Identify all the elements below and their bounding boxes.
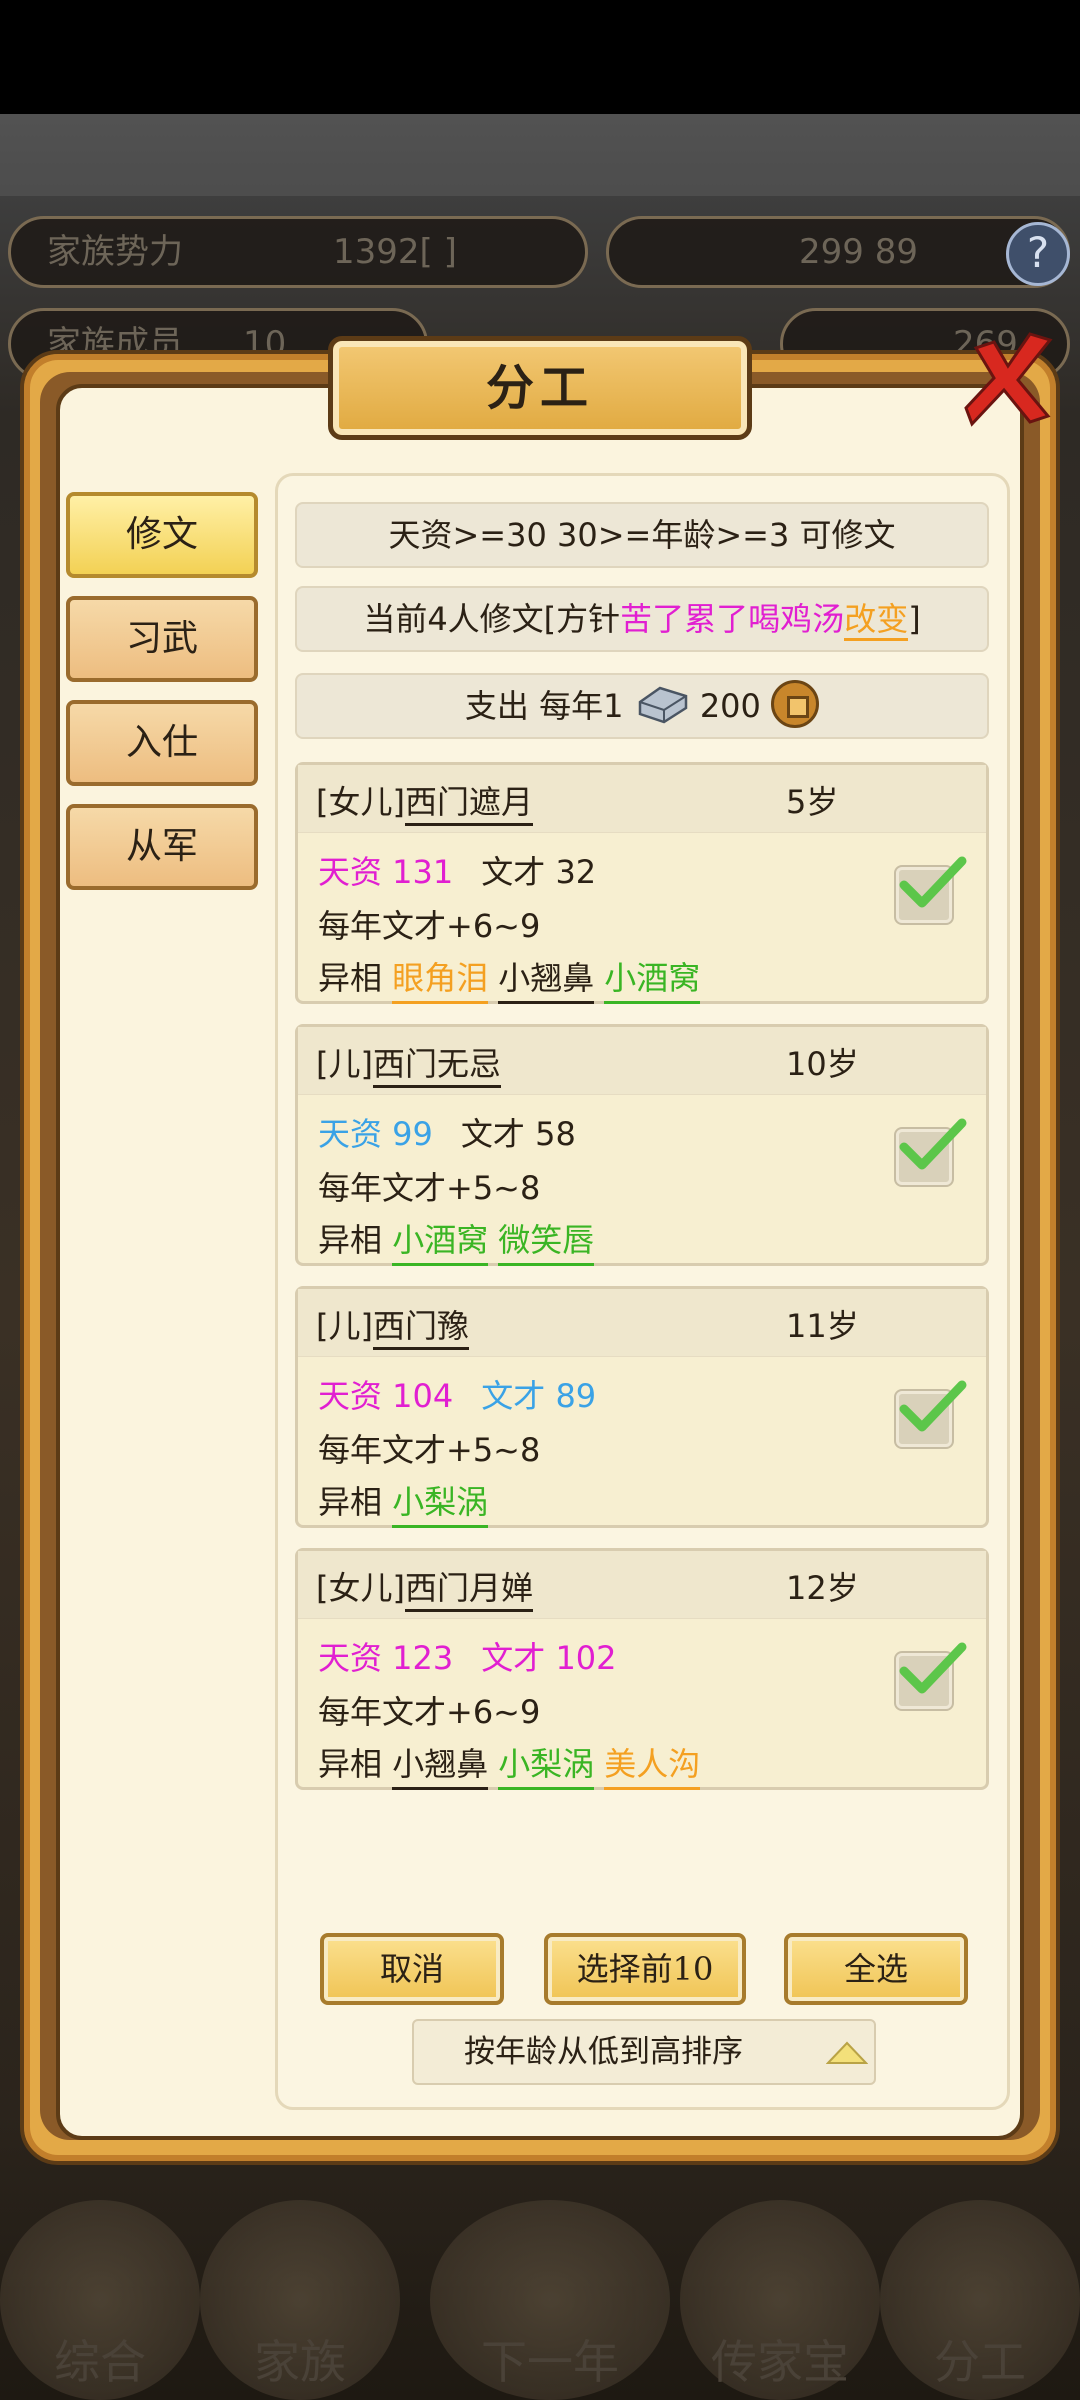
member-checkbox[interactable] — [896, 856, 967, 923]
member-stats: 天资 104 文才 89 — [318, 1371, 596, 1417]
cost-bar: 支出 每年1 200 — [295, 673, 989, 739]
help-icon[interactable]: ? — [1006, 222, 1070, 286]
requirement-bar: 天资>=30 30>=年龄>=3 可修文 — [295, 502, 989, 568]
skill-value: 文才 89 — [481, 1377, 597, 1415]
trait-tag: 美人沟 — [604, 1739, 701, 1790]
member-stats: 天资 99 文才 58 — [318, 1109, 576, 1155]
member-name: [女儿]西门遮月 — [316, 777, 533, 826]
member-stats: 天资 131 文才 32 — [318, 847, 596, 893]
traits-row: 异相 小酒窝 微笑唇 — [318, 1215, 604, 1266]
checkmark-icon — [899, 1118, 967, 1170]
checkmark-icon — [899, 1380, 967, 1432]
trait-tag: 小酒窝 — [604, 953, 701, 1004]
nav-next-year[interactable]: 下一年 — [430, 2200, 670, 2400]
member-age: 5岁 — [786, 783, 839, 821]
trait-tag: 微笑唇 — [498, 1215, 595, 1266]
policy-name: 苦了累了喝鸡汤 — [620, 600, 845, 638]
close-button[interactable] — [958, 328, 1058, 428]
talent-value: 天资 99 — [318, 1115, 433, 1153]
checkmark-icon — [899, 856, 967, 908]
member-age: 11岁 — [786, 1307, 859, 1345]
traits-row: 异相 小梨涡 — [318, 1477, 498, 1528]
checkmark-icon — [899, 1642, 967, 1694]
member-checkbox[interactable] — [896, 1380, 967, 1447]
member-checkbox[interactable] — [896, 1642, 967, 1709]
member-name: [儿]西门豫 — [316, 1301, 469, 1350]
trait-tag: 小翘鼻 — [498, 953, 595, 1004]
trait-tag: 小翘鼻 — [392, 1739, 489, 1790]
select-top-10-button[interactable]: 选择前10 — [544, 1933, 746, 2005]
policy-prefix: 当前4人修文[方针 — [363, 600, 621, 638]
clan-power-stat: 家族势力 1392[ ] — [8, 216, 588, 288]
tab-official[interactable]: 入仕 — [66, 700, 258, 786]
member-name: [儿]西门无忌 — [316, 1039, 501, 1088]
yearly-growth: 每年文才+5~8 — [318, 1169, 541, 1207]
currency-stat: 299 89 — [606, 216, 1070, 288]
cost-label: 支出 每年1 — [464, 687, 624, 725]
sort-label: 按年龄从低到高排序 — [464, 2034, 743, 2070]
cost-amount: 200 — [699, 687, 761, 725]
traits-row: 异相 眼角泪 小翘鼻 小酒窝 — [318, 953, 710, 1004]
talent-value: 天资 104 — [318, 1377, 454, 1415]
member-card: [儿]西门豫 11岁 天资 104 文才 89 每年文才+5~8 异相 小梨涡 — [295, 1286, 989, 1528]
silver-ingot-icon — [638, 686, 687, 724]
yearly-growth: 每年文才+6~9 — [318, 907, 541, 945]
member-age: 12岁 — [786, 1569, 859, 1607]
triangle-up-icon — [826, 2041, 868, 2064]
talent-value: 天资 123 — [318, 1639, 454, 1677]
skill-value: 文才 32 — [481, 853, 597, 891]
yearly-growth: 每年文才+6~9 — [318, 1693, 541, 1731]
nav-overview[interactable]: 综合 — [0, 2200, 200, 2400]
policy-suffix: ] — [908, 600, 921, 638]
top-bar — [0, 114, 1080, 196]
nav-assignment[interactable]: 分工 — [880, 2200, 1080, 2400]
cancel-button[interactable]: 取消 — [320, 1933, 504, 2005]
close-icon — [964, 332, 1053, 427]
talent-value: 天资 131 — [318, 853, 454, 891]
member-age: 10岁 — [786, 1045, 859, 1083]
trait-tag: 小酒窝 — [392, 1215, 489, 1266]
member-card: [女儿]西门月婵 12岁 天资 123 文才 102 每年文才+6~9 异相 小翘… — [295, 1548, 989, 1790]
status-bar — [0, 0, 1080, 114]
member-card: [儿]西门无忌 10岁 天资 99 文才 58 每年文才+5~8 异相 小酒窝 微笑… — [295, 1024, 989, 1266]
policy-bar: 当前4人修文[方针苦了累了喝鸡汤改变] — [295, 586, 989, 652]
change-policy-link[interactable]: 改变 — [844, 600, 909, 641]
sort-dropdown[interactable]: 按年龄从低到高排序 — [412, 2019, 876, 2085]
skill-value: 文才 58 — [460, 1115, 576, 1153]
nav-heirloom[interactable]: 传家宝 — [680, 2200, 880, 2400]
tab-military[interactable]: 从军 — [66, 804, 258, 890]
skill-value: 文才 102 — [481, 1639, 617, 1677]
trait-tag: 小梨涡 — [498, 1739, 595, 1790]
bottom-nav: 综合 家族 下一年 传家宝 分工 — [0, 2160, 1080, 2400]
member-card: [女儿]西门遮月 5岁 天资 131 文才 32 每年文才+6~9 异相 眼角泪小… — [295, 762, 989, 1004]
trait-tag: 小梨涡 — [392, 1477, 489, 1528]
traits-row: 异相 小翘鼻 小梨涡 美人沟 — [318, 1739, 710, 1790]
member-stats: 天资 123 文才 102 — [318, 1633, 617, 1679]
copper-coin-icon — [771, 680, 820, 728]
member-name: [女儿]西门月婵 — [316, 1563, 533, 1612]
tab-study[interactable]: 修文 — [66, 492, 258, 578]
trait-tag: 眼角泪 — [392, 953, 489, 1004]
select-all-button[interactable]: 全选 — [784, 1933, 968, 2005]
nav-clan[interactable]: 家族 — [200, 2200, 400, 2400]
dialog-title: 分工 — [485, 360, 594, 416]
tab-martial[interactable]: 习武 — [66, 596, 258, 682]
yearly-growth: 每年文才+5~8 — [318, 1431, 541, 1469]
member-checkbox[interactable] — [896, 1118, 967, 1185]
